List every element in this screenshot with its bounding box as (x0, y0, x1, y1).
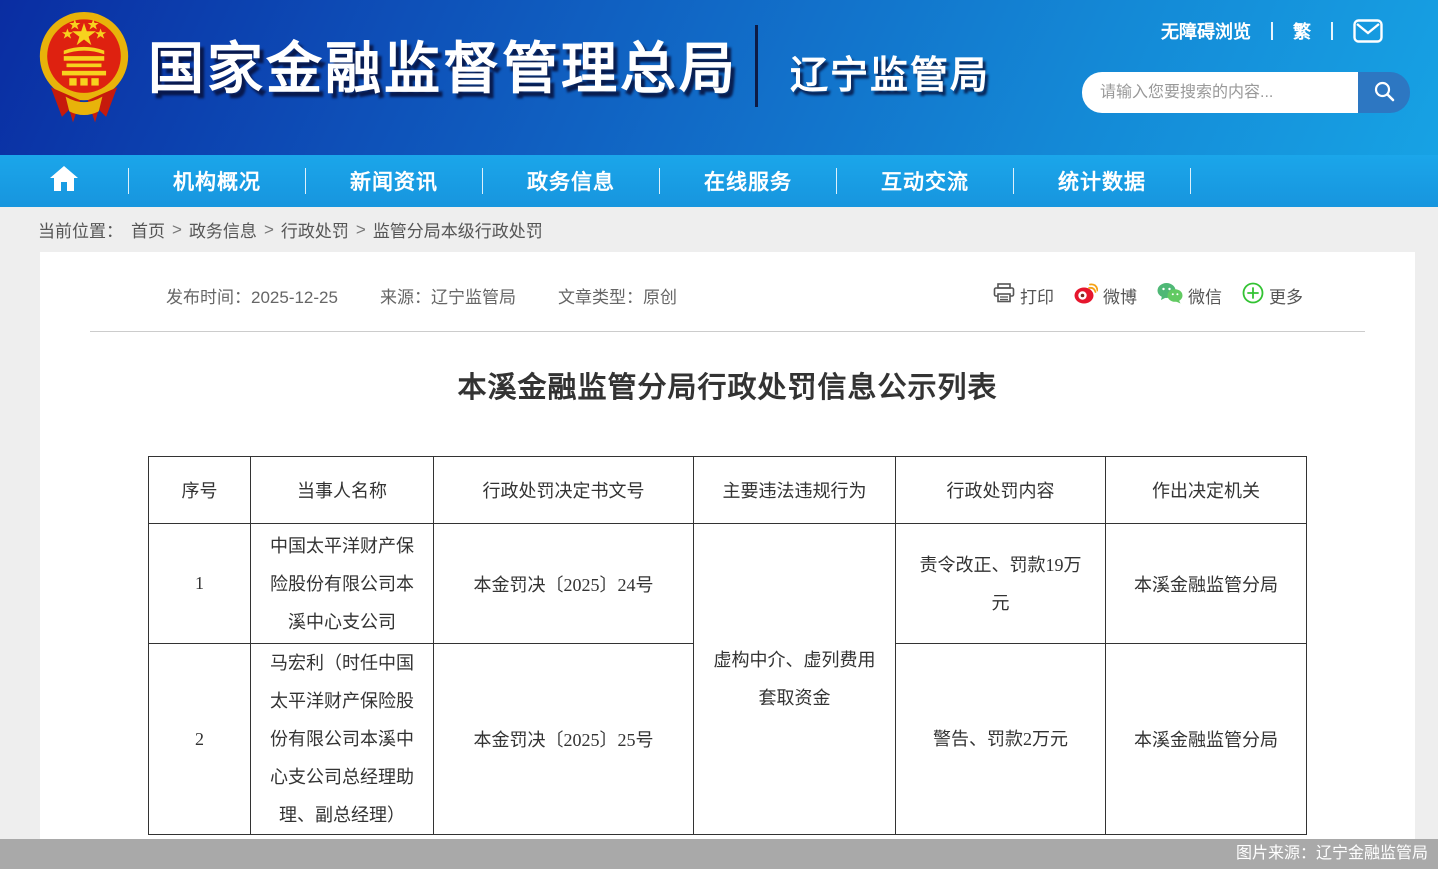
source-label: 来源： (380, 288, 431, 307)
col-header-violation: 主要违法违规行为 (694, 457, 896, 524)
cell-party: 马宏利（时任中国太平洋财产保险股份有限公司本溪中心支公司总经理助理、副总经理） (251, 644, 434, 835)
cell-penalty: 警告、罚款2万元 (896, 644, 1106, 835)
col-header-doc-no: 行政处罚决定书文号 (434, 457, 694, 524)
nav-item-statistics[interactable]: 统计数据 (1014, 155, 1190, 207)
plus-circle-icon (1242, 282, 1264, 309)
col-header-authority: 作出决定机关 (1106, 457, 1307, 524)
national-emblem-logo (38, 8, 130, 130)
traditional-chinese-link[interactable]: 繁 (1293, 18, 1311, 44)
cell-doc-no: 本金罚决〔2025〕25号 (434, 644, 694, 835)
breadcrumb-label: 当前位置： (38, 217, 123, 242)
print-button[interactable]: 打印 (993, 283, 1054, 308)
nav-item-interaction[interactable]: 互动交流 (837, 155, 1013, 207)
article-meta-row: 发布时间：2025-12-25 来源：辽宁监管局 文章类型：原创 打印 (40, 252, 1415, 309)
page-title: 本溪金融监管分局行政处罚信息公示列表 (40, 364, 1415, 406)
search-icon (1373, 80, 1395, 105)
breadcrumb: 当前位置： 首页 > 政务信息 > 行政处罚 > 监管分局本级行政处罚 (0, 207, 1438, 252)
home-icon (49, 165, 79, 197)
nav-item-online-service[interactable]: 在线服务 (660, 155, 836, 207)
search-input[interactable] (1082, 72, 1358, 113)
search-button[interactable] (1358, 72, 1410, 113)
nav-item-gov-info[interactable]: 政务信息 (483, 155, 659, 207)
meta-separator (90, 331, 1365, 332)
main-nav: 机构概况 新闻资讯 政务信息 在线服务 互动交流 统计数据 (0, 155, 1438, 207)
bureau-title: 辽宁监管局 (790, 44, 990, 99)
publish-date-value: 2025-12-25 (251, 288, 338, 307)
nav-home[interactable] (0, 155, 128, 207)
wechat-share-button[interactable]: 微信 (1157, 282, 1222, 309)
weibo-icon (1074, 282, 1098, 309)
table-row: 1 中国太平洋财产保险股份有限公司本溪中心支公司 本金罚决〔2025〕24号 虚… (149, 524, 1307, 644)
more-label: 更多 (1269, 283, 1303, 308)
col-header-party: 当事人名称 (251, 457, 434, 524)
printer-icon (993, 283, 1015, 308)
header-divider (755, 25, 758, 107)
breadcrumb-home[interactable]: 首页 (131, 217, 165, 242)
source-value: 辽宁监管局 (431, 288, 516, 307)
nav-separator (1190, 168, 1191, 194)
col-header-no: 序号 (149, 457, 251, 524)
wechat-icon (1157, 282, 1183, 309)
more-share-button[interactable]: 更多 (1242, 282, 1303, 309)
breadcrumb-separator: > (264, 220, 274, 240)
top-links-separator (1271, 22, 1273, 40)
image-source-caption: 图片来源：辽宁金融监管局 (0, 839, 1438, 869)
site-header: 国家金融监督管理总局 辽宁监管局 无障碍浏览 繁 (0, 0, 1438, 155)
accessibility-link[interactable]: 无障碍浏览 (1161, 18, 1251, 44)
content-panel: 发布时间：2025-12-25 来源：辽宁监管局 文章类型：原创 打印 (40, 252, 1415, 869)
publish-date-label: 发布时间： (166, 288, 251, 307)
share-group: 打印 微博 (993, 282, 1303, 309)
wechat-label: 微信 (1188, 283, 1222, 308)
article-meta: 发布时间：2025-12-25 来源：辽宁监管局 文章类型：原创 (166, 283, 677, 308)
nav-item-orgs[interactable]: 机构概况 (129, 155, 305, 207)
breadcrumb-separator: > (172, 220, 182, 240)
mail-icon[interactable] (1353, 19, 1383, 43)
breadcrumb-penalty[interactable]: 行政处罚 (281, 217, 349, 242)
breadcrumb-gov-info[interactable]: 政务信息 (189, 217, 257, 242)
breadcrumb-branch-penalty[interactable]: 监管分局本级行政处罚 (373, 217, 543, 242)
cell-authority: 本溪金融监管分局 (1106, 524, 1307, 644)
cell-party: 中国太平洋财产保险股份有限公司本溪中心支公司 (251, 524, 434, 644)
table-header-row: 序号 当事人名称 行政处罚决定书文号 主要违法违规行为 行政处罚内容 作出决定机… (149, 457, 1307, 524)
article-type-label: 文章类型： (558, 288, 643, 307)
weibo-share-button[interactable]: 微博 (1074, 282, 1137, 309)
col-header-penalty: 行政处罚内容 (896, 457, 1106, 524)
nav-item-news[interactable]: 新闻资讯 (306, 155, 482, 207)
weibo-label: 微博 (1103, 283, 1137, 308)
article-type-value: 原创 (643, 288, 677, 307)
cell-doc-no: 本金罚决〔2025〕24号 (434, 524, 694, 644)
cell-violation-merged: 虚构中介、虚列费用套取资金 (694, 524, 896, 835)
cell-no: 2 (149, 644, 251, 835)
cell-penalty: 责令改正、罚款19万元 (896, 524, 1106, 644)
cell-no: 1 (149, 524, 251, 644)
top-links: 无障碍浏览 繁 (1161, 18, 1383, 44)
penalty-table: 序号 当事人名称 行政处罚决定书文号 主要违法违规行为 行政处罚内容 作出决定机… (148, 456, 1307, 835)
site-title: 国家金融监督管理总局 (148, 24, 738, 105)
search-box (1082, 72, 1410, 113)
breadcrumb-separator: > (356, 220, 366, 240)
print-label: 打印 (1020, 283, 1054, 308)
cell-authority: 本溪金融监管分局 (1106, 644, 1307, 835)
top-links-separator (1331, 22, 1333, 40)
